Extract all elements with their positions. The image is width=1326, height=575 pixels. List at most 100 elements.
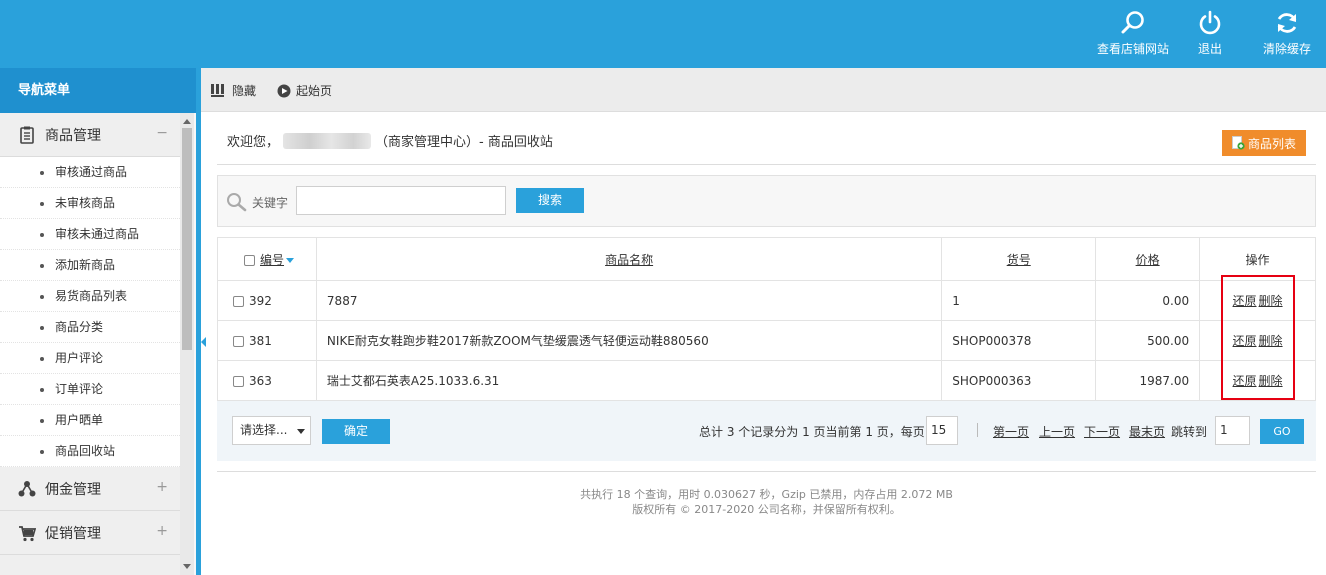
sidebar-title: 导航菜单 — [0, 68, 196, 113]
sidebar-item-user-comments[interactable]: 用户评论 — [0, 343, 180, 374]
menu-group-commission[interactable]: 佣金管理 + — [0, 467, 180, 511]
view-store-button[interactable]: 查看店铺网站 — [1097, 10, 1169, 57]
search-panel: 关键字 搜索 — [217, 175, 1316, 227]
table-row: 363 瑞士艾都石英表A25.1033.6.31 SHOP000363 1987… — [217, 360, 1316, 401]
menu-group-label: 商品管理 — [45, 127, 101, 144]
batch-action-value: 请选择... — [240, 423, 288, 437]
go-button[interactable]: GO — [1260, 419, 1304, 444]
welcome-text: 欢迎您， （商家管理中心）- 商品回收站 — [227, 131, 553, 150]
row-checkbox[interactable] — [233, 295, 244, 307]
network-icon — [18, 480, 36, 496]
logout-button[interactable]: 退出 — [1197, 10, 1223, 57]
expand-toggle[interactable]: + — [156, 523, 168, 539]
chevron-down-icon — [297, 429, 305, 434]
sidebar-item-barter-list[interactable]: 易货商品列表 — [0, 281, 180, 312]
table-header-row: 编号 商品名称 货号 价格 操作 — [217, 237, 1316, 281]
menu-group-goods[interactable]: 商品管理 − — [0, 113, 180, 157]
sort-by-sn-link[interactable]: 货号 — [1007, 253, 1031, 267]
collapse-sidebar-arrow-icon[interactable] — [201, 337, 206, 347]
search-button[interactable]: 搜索 — [516, 188, 584, 213]
jump-page-input[interactable]: 1 — [1215, 416, 1250, 445]
row-id-cell: 363 — [217, 360, 317, 401]
sidebar-item-approved[interactable]: 审核通过商品 — [0, 157, 180, 188]
expand-toggle[interactable]: + — [156, 479, 168, 495]
bullet-icon — [40, 295, 44, 299]
refresh-icon — [1277, 13, 1297, 33]
bullet-icon — [40, 202, 44, 206]
content-toolbar: 隐藏 起始页 — [201, 68, 1326, 112]
menu-group-promotion[interactable]: 促销管理 + — [0, 511, 180, 555]
sidebar-item-label: 商品回收站 — [55, 444, 116, 458]
bullet-icon — [40, 388, 44, 392]
keyword-label-text: 关键字 — [252, 195, 289, 210]
keyword-label: 关键字 — [226, 192, 288, 212]
row-price: 500.00 — [1095, 320, 1201, 361]
bullet-icon — [40, 357, 44, 361]
welcome-prefix: 欢迎您， — [227, 135, 280, 150]
goods-list-label: 商品列表 — [1247, 136, 1296, 151]
row-name: NIKE耐克女鞋跑步鞋2017新款ZOOM气垫缓震透气轻便运动鞋880560 — [315, 320, 943, 361]
view-store-label: 查看店铺网站 — [1097, 42, 1170, 56]
row-id: 363 — [249, 373, 272, 388]
hide-label: 隐藏 — [232, 84, 257, 98]
sidebar-item-rejected[interactable]: 审核未通过商品 — [0, 219, 180, 250]
sidebar-item-add-goods[interactable]: 添加新商品 — [0, 250, 180, 281]
keyword-input[interactable] — [296, 186, 506, 215]
sidebar-splitter[interactable] — [196, 68, 201, 575]
row-checkbox[interactable] — [233, 335, 244, 347]
home-label: 起始页 — [296, 84, 333, 98]
sort-by-id-link[interactable]: 编号 — [260, 253, 284, 267]
play-circle-icon — [277, 84, 291, 97]
bullet-icon — [40, 419, 44, 423]
row-name: 7887 — [315, 280, 943, 321]
sidebar: 导航菜单 商品管理 − 审核通过商品 未审核商品 审核未通过商品 添加新商品 易… — [0, 68, 196, 575]
bars-icon — [211, 83, 224, 97]
per-page-input[interactable]: 15 — [926, 416, 958, 445]
sidebar-item-unreviewed[interactable]: 未审核商品 — [0, 188, 180, 219]
last-page-link[interactable]: 最末页 — [1129, 423, 1165, 440]
column-id: 编号 — [217, 237, 317, 281]
row-id: 392 — [249, 293, 272, 308]
row-id: 381 — [249, 333, 272, 348]
sort-by-price-link[interactable]: 价格 — [1136, 253, 1160, 267]
sort-by-name-link[interactable]: 商品名称 — [605, 253, 653, 267]
sidebar-item-label: 易货商品列表 — [55, 289, 128, 303]
sidebar-scroll-thumb[interactable] — [182, 128, 192, 350]
row-id-cell: 392 — [217, 280, 317, 321]
pager-summary: 总计 3 个记录分为 1 页当前第 1 页，每页 — [699, 425, 925, 439]
batch-action-select[interactable]: 请选择... — [232, 416, 311, 445]
row-id-cell: 381 — [217, 320, 317, 361]
sidebar-item-category[interactable]: 商品分类 — [0, 312, 180, 343]
row-checkbox[interactable] — [233, 375, 244, 387]
jump-label: 跳转到 — [1171, 425, 1208, 439]
sidebar-item-order-comments[interactable]: 订单评论 — [0, 374, 180, 405]
next-page-link[interactable]: 下一页 — [1084, 423, 1120, 440]
clear-cache-button[interactable]: 清除缓存 — [1263, 10, 1311, 57]
clear-cache-label: 清除缓存 — [1263, 42, 1312, 56]
menu-group-next[interactable] — [0, 555, 180, 575]
select-all-checkbox[interactable] — [244, 254, 255, 266]
goods-list-button[interactable]: 商品列表 — [1222, 130, 1306, 156]
confirm-button[interactable]: 确定 — [322, 419, 390, 444]
document-icon — [20, 126, 34, 144]
sidebar-item-label: 用户评论 — [55, 351, 104, 365]
scroll-up-arrow-icon[interactable] — [183, 119, 191, 124]
sidebar-item-user-showcase[interactable]: 用户晒单 — [0, 405, 180, 436]
power-icon — [1199, 10, 1221, 35]
divider — [217, 471, 1316, 472]
scroll-down-arrow-icon[interactable] — [183, 564, 191, 569]
table-row: 381 NIKE耐克女鞋跑步鞋2017新款ZOOM气垫缓震透气轻便运动鞋8805… — [217, 320, 1316, 361]
search-icon — [227, 193, 247, 212]
column-sn: 货号 — [941, 237, 1097, 281]
goods-table: 编号 商品名称 货号 价格 操作 392 7887 1 0.00 还原 删除 38… — [217, 237, 1316, 401]
divider — [217, 164, 1316, 165]
home-page-button[interactable]: 起始页 — [277, 82, 332, 99]
sidebar-item-recycle-bin[interactable]: 商品回收站 — [0, 436, 180, 467]
column-name: 商品名称 — [315, 237, 943, 281]
redacted-username — [283, 132, 372, 149]
first-page-link[interactable]: 第一页 — [993, 423, 1029, 440]
prev-page-link[interactable]: 上一页 — [1039, 423, 1075, 440]
collapse-toggle[interactable]: − — [156, 125, 168, 141]
footer-stats: 共执行 18 个查询，用时 0.030627 秒，Gzip 已禁用，内存占用 2… — [580, 488, 953, 501]
hide-menu-button[interactable]: 隐藏 — [211, 82, 256, 99]
